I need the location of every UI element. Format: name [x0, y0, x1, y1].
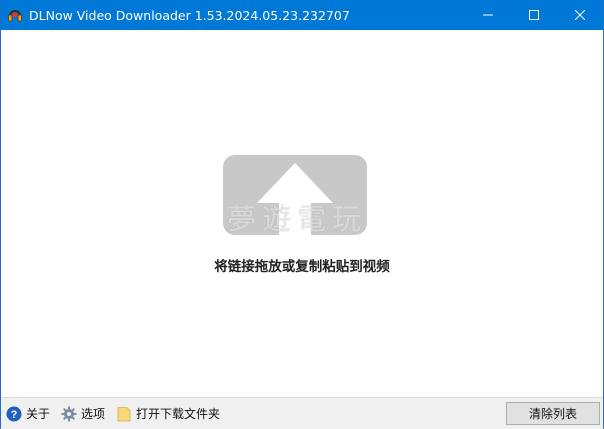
- options-label: 选项: [81, 407, 106, 421]
- window-title: DLNow Video Downloader 1.53.2024.05.23.2…: [29, 7, 350, 23]
- open-folder-button[interactable]: 打开下载文件夹: [116, 405, 220, 422]
- about-button[interactable]: ? 关于: [6, 405, 50, 422]
- drop-area[interactable]: 夢遊電玩 将链接拖放或复制粘贴到视频: [1, 30, 603, 397]
- close-button[interactable]: [557, 0, 603, 30]
- folder-icon: [116, 406, 132, 422]
- maximize-icon: [529, 10, 539, 20]
- app-window: DLNow Video Downloader 1.53.2024.05.23.2…: [0, 0, 604, 429]
- minimize-icon: [483, 14, 493, 16]
- svg-text:?: ?: [11, 409, 18, 421]
- watermark-text: 夢遊電玩: [227, 202, 368, 236]
- help-icon: ?: [6, 406, 22, 422]
- gear-icon: [61, 406, 77, 422]
- clear-list-button[interactable]: 清除列表: [506, 402, 600, 425]
- title-bar[interactable]: DLNow Video Downloader 1.53.2024.05.23.2…: [1, 0, 603, 30]
- close-icon: [575, 10, 585, 20]
- about-label: 关于: [26, 407, 51, 421]
- app-icon[interactable]: [7, 7, 23, 23]
- drop-hint: 将链接拖放或复制粘贴到视频: [214, 259, 390, 275]
- options-button[interactable]: 选项: [61, 405, 105, 422]
- open-folder-label: 打开下载文件夹: [136, 407, 221, 421]
- bottom-toolbar: ? 关于 选项 打开下载文件夹 清除列表: [1, 397, 603, 429]
- maximize-button[interactable]: [511, 0, 557, 30]
- minimize-button[interactable]: [465, 0, 511, 30]
